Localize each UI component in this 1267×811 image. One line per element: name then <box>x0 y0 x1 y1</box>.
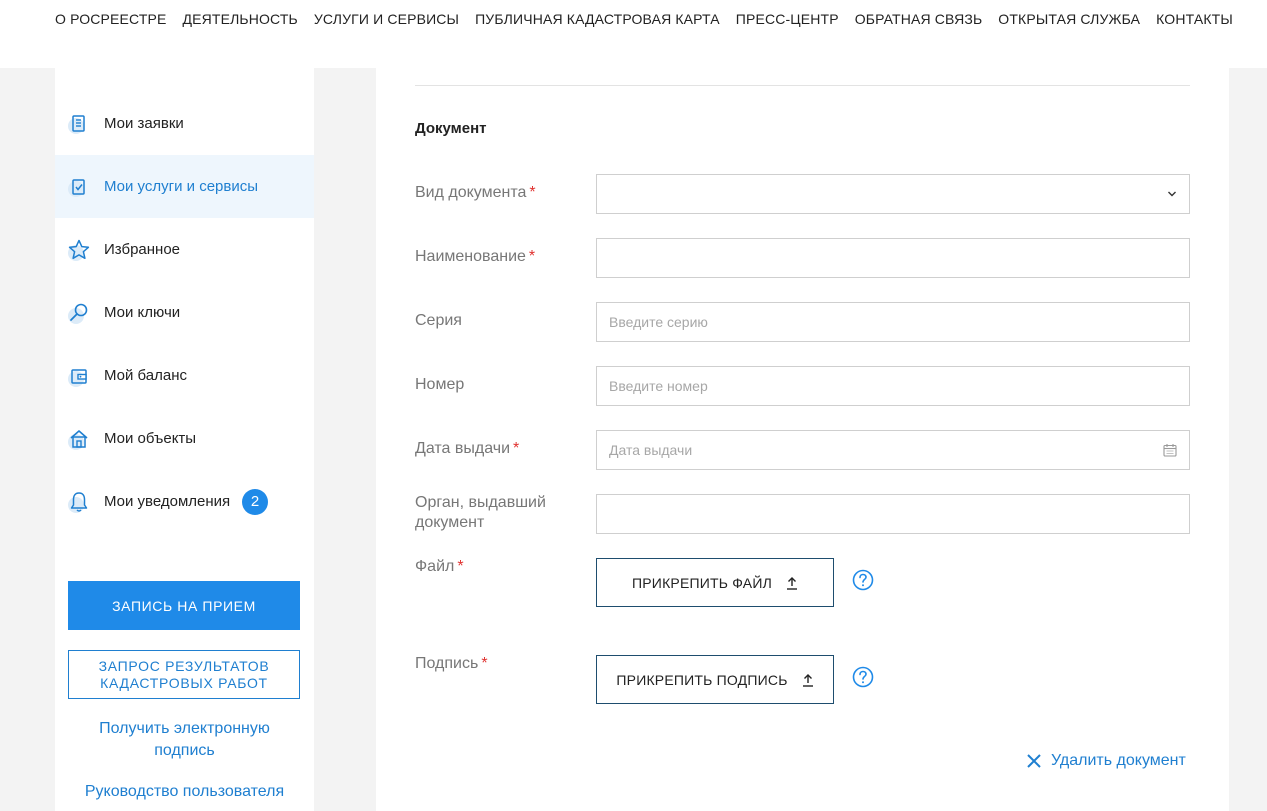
name-label-text: Наименование <box>415 248 526 265</box>
sidebar-item-my-services[interactable]: Мои услуги и сервисы <box>55 155 314 218</box>
sidebar-item-label: Мои ключи <box>104 303 181 321</box>
sidebar-item-label: Мои заявки <box>104 114 184 132</box>
signature-help-icon[interactable] <box>852 666 874 688</box>
sidebar-item-my-objects[interactable]: Мои объекты <box>55 407 314 470</box>
sidebar-item-label: Мои объекты <box>104 429 197 447</box>
number-placeholder: Введите номер <box>609 378 708 394</box>
sidebar-item-label: Избранное <box>104 240 181 258</box>
delete-document-button[interactable]: Удалить документ <box>1026 752 1186 770</box>
sidebar-item-my-keys[interactable]: Мои ключи <box>55 281 314 344</box>
nav-item-services[interactable]: УСЛУГИ И СЕРВИСЫ <box>314 11 459 27</box>
issue-date-input[interactable]: Дата выдачи <box>596 430 1190 470</box>
top-nav-list: О РОСРЕЕСТРЕ ДЕЯТЕЛЬНОСТЬ УСЛУГИ И СЕРВИ… <box>55 11 1233 27</box>
page-background-left <box>0 68 55 811</box>
issue-date-label-text: Дата выдачи <box>415 440 511 457</box>
star-icon <box>68 239 90 261</box>
calendar-icon[interactable] <box>1163 443 1177 457</box>
magnifier-icon <box>68 303 88 324</box>
file-label: Файл * <box>415 557 575 577</box>
required-mark: * <box>529 184 536 201</box>
nav-item-feedback[interactable]: ОБРАТНАЯ СВЯЗЬ <box>855 11 983 27</box>
required-mark: * <box>528 248 536 265</box>
nav-item-cadastral-map[interactable]: ПУБЛИЧНАЯ КАДАСТРОВАЯ КАРТА <box>475 11 720 27</box>
name-label: Наименование * <box>415 247 575 267</box>
top-navigation: О РОСРЕЕСТРЕ ДЕЯТЕЛЬНОСТЬ УСЛУГИ И СЕРВИ… <box>0 0 1267 68</box>
close-icon <box>1027 754 1041 768</box>
sidebar-item-my-requests[interactable]: Мои заявки <box>55 92 314 155</box>
issuer-label-line: документ <box>415 514 485 531</box>
doc-type-select[interactable] <box>596 174 1190 214</box>
doc-type-label: Вид документа * <box>415 183 575 203</box>
file-help-icon[interactable] <box>852 569 874 591</box>
issuer-input[interactable] <box>596 494 1190 534</box>
checklist-icon <box>68 178 85 197</box>
sidebar: Мои заявки Мои услуги и сервисы Избранно… <box>55 68 314 811</box>
file-label-text: Файл <box>415 558 455 575</box>
cadastral-button-line: КАДАСТРОВЫХ РАБОТ <box>100 674 268 691</box>
sidebar-item-my-notifications[interactable]: Мои уведомления 2 <box>55 470 314 533</box>
get-electronic-signature-link[interactable]: Получить электронную подпись <box>55 718 314 762</box>
sidebar-item-my-balance[interactable]: Мой баланс <box>55 344 314 407</box>
series-label: Серия <box>415 312 462 329</box>
sidebar-item-favorites[interactable]: Избранное <box>55 218 314 281</box>
cadastral-results-request-button[interactable]: ЗАПРОС РЕЗУЛЬТАТОВ КАДАСТРОВЫХ РАБОТ <box>68 650 300 699</box>
sidebar-item-label: Мои услуги и сервисы <box>104 177 259 195</box>
nav-item-press-center[interactable]: ПРЕСС-ЦЕНТР <box>736 11 839 27</box>
section-divider <box>415 85 1190 86</box>
series-input[interactable]: Введите серию <box>596 302 1190 342</box>
upload-icon <box>802 673 813 687</box>
nav-item-about[interactable]: О РОСРЕЕСТРЕ <box>55 11 167 27</box>
appointment-button-label: ЗАПИСЬ НА ПРИЕМ <box>112 597 256 614</box>
attach-file-label: ПРИКРЕПИТЬ ФАЙЛ <box>632 574 772 591</box>
issuer-label: Орган, выдавший документ <box>415 493 575 533</box>
number-label: Номер <box>415 376 465 393</box>
nav-item-activity[interactable]: ДЕЯТЕЛЬНОСТЬ <box>183 11 298 27</box>
required-mark: * <box>481 655 488 672</box>
number-input[interactable]: Введите номер <box>596 366 1190 406</box>
user-manual-link[interactable]: Руководство пользователя <box>55 781 314 803</box>
issuer-label-line: Орган, выдавший <box>415 494 546 511</box>
upload-icon <box>786 576 797 590</box>
section-title: Документ <box>415 120 487 137</box>
required-mark: * <box>513 440 520 457</box>
cadastral-button-text: ЗАПРОС РЕЗУЛЬТАТОВ КАДАСТРОВЫХ РАБОТ <box>99 658 270 692</box>
required-mark: * <box>457 558 464 575</box>
chevron-down-icon <box>1168 191 1176 197</box>
sidebar-item-label: Мои уведомления <box>104 492 231 510</box>
attach-signature-label: ПРИКРЕПИТЬ ПОДПИСЬ <box>616 671 788 688</box>
attach-signature-button[interactable]: ПРИКРЕПИТЬ ПОДПИСЬ <box>596 655 834 704</box>
document-list-icon <box>68 114 85 134</box>
page-background-right <box>1229 68 1267 811</box>
issue-date-placeholder: Дата выдачи <box>609 442 693 458</box>
signature-label: Подпись * <box>415 654 575 674</box>
notification-count-badge: 2 <box>242 488 268 515</box>
series-placeholder: Введите серию <box>609 314 708 330</box>
wallet-icon <box>68 368 87 387</box>
bell-icon <box>68 491 88 513</box>
signature-link-line: Получить электронную <box>99 720 270 737</box>
name-input[interactable] <box>596 238 1190 278</box>
attach-file-button[interactable]: ПРИКРЕПИТЬ ФАЙЛ <box>596 558 834 607</box>
house-icon <box>68 429 88 450</box>
cadastral-button-line: ЗАПРОС РЕЗУЛЬТАТОВ <box>98 657 270 674</box>
signature-label-text: Подпись <box>415 655 479 672</box>
signature-link-line: подпись <box>154 742 215 759</box>
page-background-gutter <box>314 68 376 811</box>
document-form: Документ Вид документа * Наименование * Се… <box>376 68 1229 811</box>
nav-item-open-service[interactable]: ОТКРЫТАЯ СЛУЖБА <box>998 11 1140 27</box>
issue-date-label: Дата выдачи * <box>415 439 575 459</box>
doc-type-label-text: Вид документа <box>415 184 527 201</box>
nav-item-contacts[interactable]: КОНТАКТЫ <box>1156 11 1233 27</box>
appointment-button[interactable]: ЗАПИСЬ НА ПРИЕМ <box>68 581 300 630</box>
delete-document-label: Удалить документ <box>1051 752 1186 769</box>
sidebar-item-label: Мой баланс <box>104 366 188 384</box>
